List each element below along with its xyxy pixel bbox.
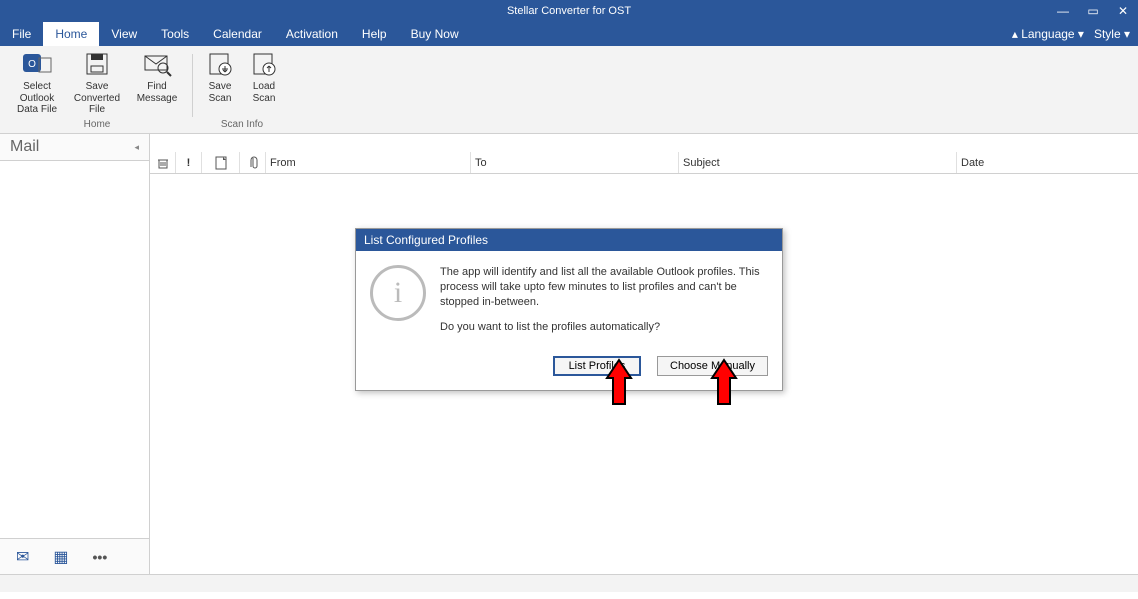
column-to[interactable]: To <box>471 152 679 173</box>
dialog-line1: The app will identify and list all the a… <box>440 265 768 310</box>
load-scan-button[interactable]: Load Scan <box>245 50 283 104</box>
ribbon: O Select Outlook Data File Save Converte… <box>0 46 1138 134</box>
minimize-button[interactable]: — <box>1048 0 1078 22</box>
attachment-column-icon[interactable] <box>240 152 266 173</box>
close-button[interactable]: ✕ <box>1108 0 1138 22</box>
find-message-button[interactable]: Find Message <box>130 50 184 116</box>
dialog-title: List Configured Profiles <box>356 229 782 251</box>
mail-nav-icon[interactable]: ✉ <box>16 547 29 567</box>
save-file-icon <box>81 50 113 78</box>
ribbon-group-label-scaninfo: Scan Info <box>221 119 263 133</box>
importance-column-icon[interactable]: ! <box>176 152 202 173</box>
annotation-arrow-right <box>710 358 738 408</box>
tab-help[interactable]: Help <box>350 22 399 46</box>
ribbon-group-scaninfo: Save Scan Load Scan Scan Info <box>197 50 287 133</box>
save-scan-button[interactable]: Save Scan <box>201 50 239 104</box>
save-converted-file-button[interactable]: Save Converted File <box>70 50 124 116</box>
sidebar-header: Mail ◂ <box>0 134 149 161</box>
sidebar-title: Mail <box>10 138 39 156</box>
tab-buynow[interactable]: Buy Now <box>399 22 471 46</box>
calendar-nav-icon[interactable]: ▦ <box>53 547 68 567</box>
info-icon: i <box>370 265 426 321</box>
status-bar <box>0 574 1138 592</box>
dialog-line2: Do you want to list the profiles automat… <box>440 320 768 335</box>
app-title: Stellar Converter for OST <box>507 5 631 17</box>
title-bar: Stellar Converter for OST — ▭ ✕ <box>0 0 1138 22</box>
language-dropdown[interactable]: ▴ Language ▾ <box>1012 27 1084 41</box>
item-type-column-icon[interactable] <box>202 152 240 173</box>
collapse-sidebar-icon[interactable]: ◂ <box>134 142 139 153</box>
ribbon-group-home: O Select Outlook Data File Save Converte… <box>6 50 188 133</box>
ribbon-group-label-home: Home <box>84 119 111 133</box>
style-dropdown[interactable]: Style ▾ <box>1094 27 1130 41</box>
find-message-icon <box>141 50 173 78</box>
load-scan-icon <box>250 50 278 78</box>
dialog-text: The app will identify and list all the a… <box>440 265 768 344</box>
save-scan-icon <box>206 50 234 78</box>
menu-bar: File Home View Tools Calendar Activation… <box>0 22 1138 46</box>
tab-view[interactable]: View <box>99 22 149 46</box>
tab-calendar[interactable]: Calendar <box>201 22 274 46</box>
tab-tools[interactable]: Tools <box>149 22 201 46</box>
column-headers-row: ! From To Subject Date <box>150 152 1138 174</box>
column-from[interactable]: From <box>266 152 471 173</box>
tab-home[interactable]: Home <box>43 22 99 46</box>
sidebar-tree <box>0 161 149 538</box>
restore-button[interactable]: ▭ <box>1078 0 1108 22</box>
tab-file[interactable]: File <box>0 22 43 46</box>
svg-text:O: O <box>28 59 36 70</box>
delete-column-icon[interactable] <box>150 152 176 173</box>
column-date[interactable]: Date <box>957 152 1138 173</box>
outlook-file-icon: O <box>21 50 53 78</box>
select-outlook-data-file-button[interactable]: O Select Outlook Data File <box>10 50 64 116</box>
annotation-arrow-left <box>605 358 633 408</box>
sidebar: Mail ◂ ✉ ▦ ••• <box>0 134 150 574</box>
more-nav-icon[interactable]: ••• <box>93 549 108 565</box>
column-subject[interactable]: Subject <box>679 152 957 173</box>
tab-activation[interactable]: Activation <box>274 22 350 46</box>
